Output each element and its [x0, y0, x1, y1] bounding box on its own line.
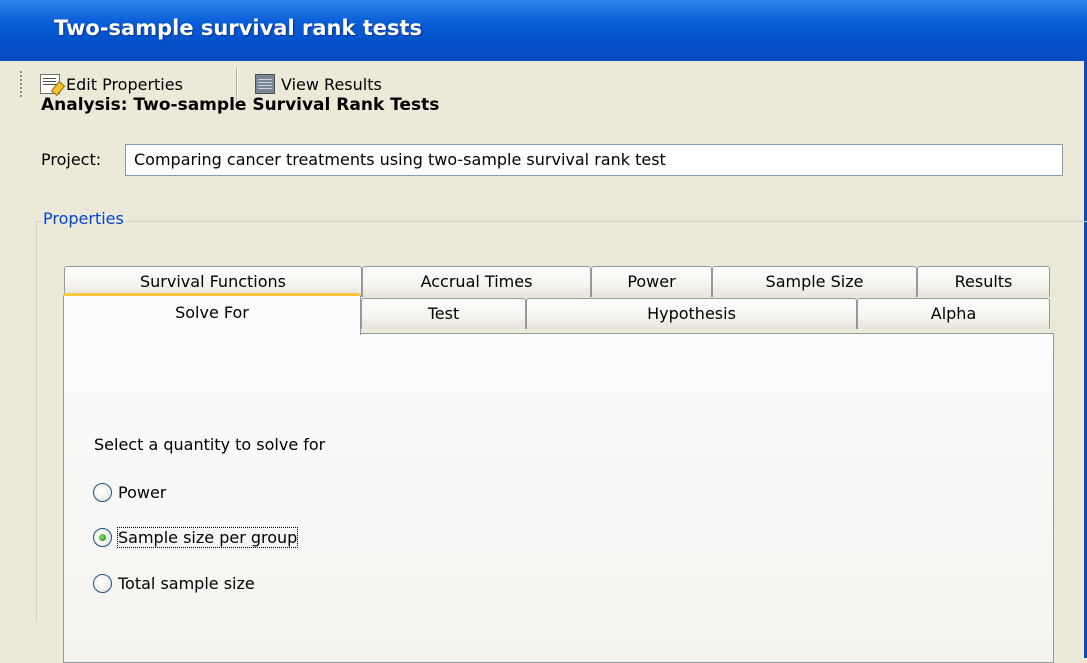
project-field[interactable]: Comparing cancer treatments using two-sa…: [125, 144, 1063, 176]
tab-alpha[interactable]: Alpha: [857, 298, 1050, 329]
project-label: Project:: [41, 150, 102, 169]
tab-sample-size[interactable]: Sample Size: [712, 266, 917, 297]
edit-properties-label: Edit Properties: [66, 74, 183, 94]
edit-properties-icon: [40, 74, 60, 94]
tab-results[interactable]: Results: [917, 266, 1050, 297]
radio-power-label[interactable]: Power: [118, 483, 166, 502]
tab-test[interactable]: Test: [361, 298, 526, 329]
view-results-icon: [255, 74, 275, 94]
radio-sample-size-per-group[interactable]: Sample size per group: [93, 527, 299, 548]
solve-for-prompt: Select a quantity to solve for: [94, 435, 326, 454]
tab-accrual-times[interactable]: Accrual Times: [362, 266, 591, 297]
tab-hypothesis[interactable]: Hypothesis: [526, 298, 857, 329]
radio-sample-size-per-group-indicator[interactable]: [93, 528, 112, 547]
radio-power-indicator[interactable]: [93, 483, 112, 502]
view-results-label: View Results: [281, 74, 382, 94]
analysis-heading: Analysis: Two-sample Survival Rank Tests: [41, 95, 440, 115]
tab-power[interactable]: Power: [591, 266, 712, 297]
properties-legend: Properties: [41, 209, 126, 228]
radio-total-sample-size-label[interactable]: Total sample size: [118, 574, 255, 593]
tab-solve-for[interactable]: Solve For: [63, 293, 361, 335]
radio-total-sample-size-indicator[interactable]: [93, 574, 112, 593]
radio-power[interactable]: Power: [93, 483, 166, 502]
window-title: Two-sample survival rank tests: [54, 16, 423, 40]
solve-for-panel: Select a quantity to solve for Power Sam…: [63, 333, 1054, 663]
title-bar: Two-sample survival rank tests: [0, 0, 1087, 61]
radio-sample-size-per-group-label[interactable]: Sample size per group: [116, 527, 299, 548]
toolbar-grip[interactable]: [19, 70, 23, 98]
radio-total-sample-size[interactable]: Total sample size: [93, 574, 255, 593]
